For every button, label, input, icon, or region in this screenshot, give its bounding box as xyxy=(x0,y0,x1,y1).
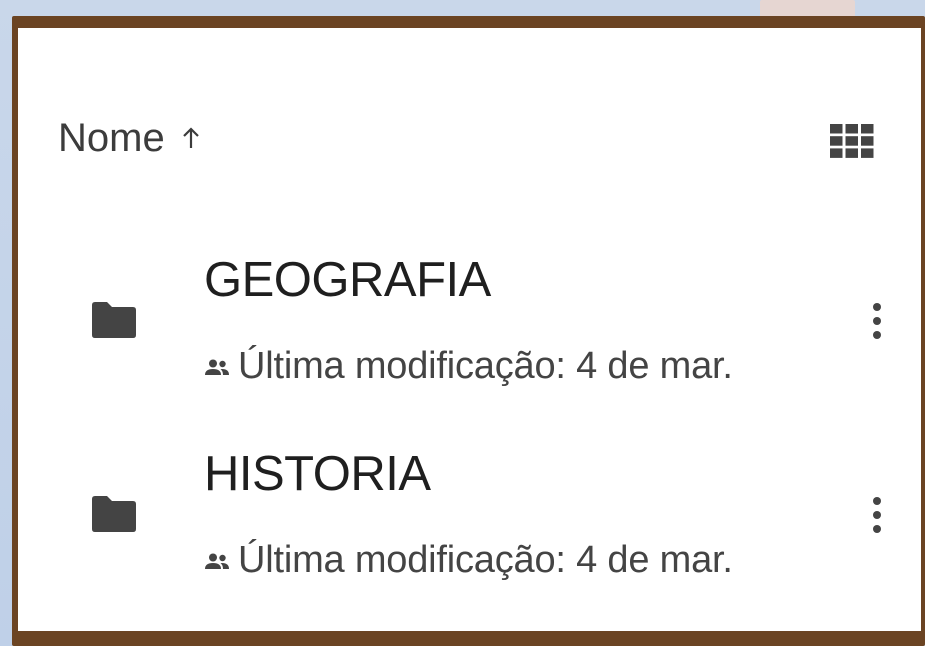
file-meta: Última modificação: 4 de mar. xyxy=(204,538,733,582)
file-name: GEOGRAFIA xyxy=(204,253,491,307)
grid-view-icon[interactable] xyxy=(830,124,874,158)
people-icon xyxy=(204,358,230,378)
last-modified-text: Última modificação: 4 de mar. xyxy=(238,539,733,581)
list-item[interactable]: GEOGRAFIA Última modificação: 4 de mar. xyxy=(58,248,888,398)
sort-label: Nome xyxy=(58,116,165,160)
sort-by-name-button[interactable]: Nome xyxy=(58,116,201,160)
file-name: HISTORIA xyxy=(204,447,431,501)
folder-icon xyxy=(90,300,138,340)
list-item[interactable]: HISTORIA Última modificação: 4 de mar. xyxy=(58,442,888,592)
last-modified-text: Última modificação: 4 de mar. xyxy=(238,345,733,387)
people-icon xyxy=(204,552,230,572)
more-options-icon[interactable] xyxy=(862,492,892,540)
file-list-panel: Nome GEOGRAFIA Última modificação: 4 de … xyxy=(18,28,921,631)
arrow-up-icon xyxy=(181,126,201,150)
more-options-icon[interactable] xyxy=(862,298,892,346)
file-meta: Última modificação: 4 de mar. xyxy=(204,344,733,388)
folder-icon xyxy=(90,494,138,534)
